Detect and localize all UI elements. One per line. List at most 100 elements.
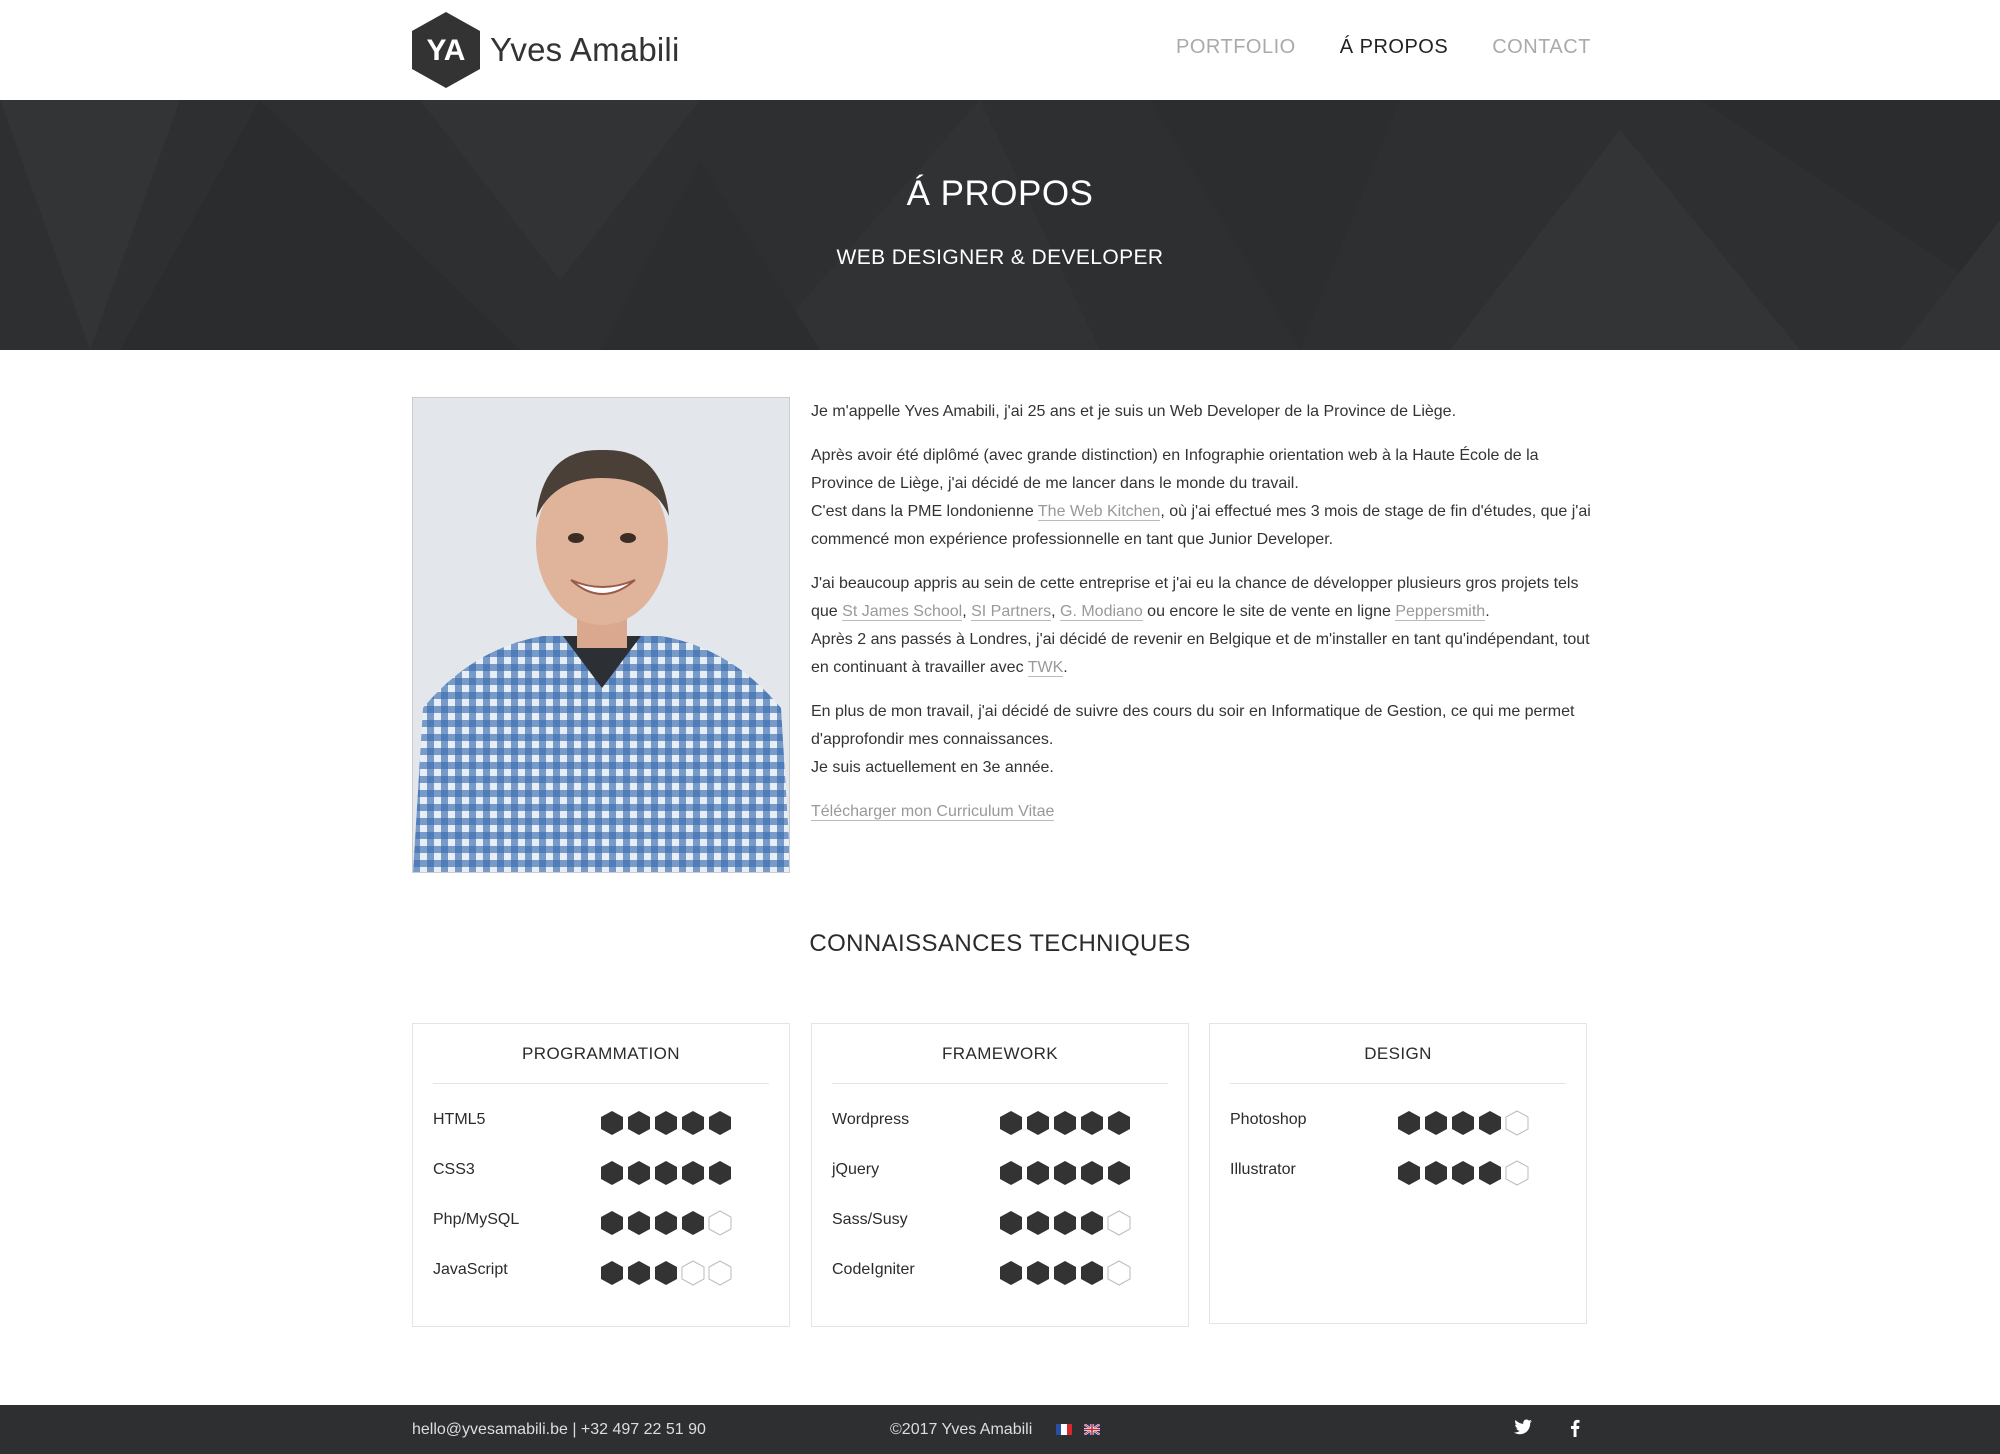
link-g-modiano[interactable]: G. Modiano: [1060, 603, 1143, 621]
skill-name: Wordpress: [832, 1111, 910, 1128]
skill-row: CodeIgniter: [812, 1234, 1188, 1286]
footer-contact[interactable]: hello@yvesamabili.be | +32 497 22 51 90: [412, 1421, 706, 1439]
link-st-james-school[interactable]: St James School: [842, 603, 963, 621]
logo-hexagon-icon: YA: [412, 12, 480, 88]
download-cv-link[interactable]: Télécharger mon Curriculum Vitae: [811, 803, 1055, 821]
hexagon-empty-icon: [708, 1260, 732, 1286]
hexagon-filled-icon: [655, 1211, 677, 1235]
hexagon-filled-icon: [1081, 1161, 1103, 1185]
hexagon-filled-icon: [682, 1161, 704, 1185]
skill-name: Php/MySQL: [433, 1211, 520, 1228]
skill-name: JavaScript: [433, 1261, 508, 1278]
skill-row: Sass/Susy: [812, 1184, 1188, 1236]
hexagon-filled-icon: [709, 1111, 731, 1135]
hero-background-pattern: [0, 100, 2000, 350]
hexagon-filled-icon: [1054, 1211, 1076, 1235]
skill-row: jQuery: [812, 1134, 1188, 1186]
brand-name: Yves Amabili: [490, 31, 680, 68]
hexagon-filled-icon: [601, 1161, 623, 1185]
bio-paragraph: En plus de mon travail, j'ai décidé de s…: [811, 698, 1591, 782]
hexagon-filled-icon: [655, 1111, 677, 1135]
skill-card-framework: FRAMEWORK Wordpress jQuery Sass/Susy CodeIg…: [811, 1023, 1189, 1327]
hexagon-empty-icon: [1505, 1110, 1529, 1136]
skill-level-rating: [999, 1160, 1134, 1186]
bio-text-span: C'est dans la PME londonienne: [811, 503, 1038, 520]
hexagon-filled-icon: [628, 1111, 650, 1135]
profile-photo: [412, 397, 790, 873]
hexagon-filled-icon: [628, 1261, 650, 1285]
link-the-web-kitchen[interactable]: The Web Kitchen: [1037, 503, 1161, 521]
hexagon-filled-icon: [1398, 1161, 1420, 1185]
skill-name: jQuery: [832, 1161, 880, 1178]
hexagon-filled-icon: [1081, 1211, 1103, 1235]
hexagon-filled-icon: [628, 1161, 650, 1185]
bio-text-span: ,: [962, 603, 972, 620]
bio-text-span: .: [1063, 659, 1068, 676]
skill-card-title: FRAMEWORK: [832, 1024, 1168, 1084]
link-si-partners[interactable]: SI Partners: [971, 603, 1052, 621]
skill-row: CSS3: [413, 1134, 789, 1185]
skill-row: Photoshop: [1210, 1084, 1586, 1136]
flag-fr-icon[interactable]: [1056, 1424, 1072, 1435]
hexagon-filled-icon: [682, 1111, 704, 1135]
hexagon-filled-icon: [1000, 1161, 1022, 1185]
skill-level-rating: [999, 1110, 1134, 1136]
skill-row: Php/MySQL: [413, 1184, 789, 1236]
hexagon-filled-icon: [1108, 1161, 1130, 1185]
hexagon-filled-icon: [1027, 1111, 1049, 1135]
skill-level-rating: [600, 1110, 735, 1136]
footer-copyright: ©2017 Yves Amabili: [890, 1421, 1033, 1438]
skill-row: HTML5: [413, 1084, 789, 1136]
page-subtitle: WEB DESIGNER & DEVELOPER: [836, 246, 1164, 269]
bio-paragraph: Je m'appelle Yves Amabili, j'ai 25 ans e…: [811, 398, 1591, 426]
skill-list: Wordpress jQuery Sass/Susy CodeIgniter: [812, 1084, 1188, 1286]
bio-paragraph: Télécharger mon Curriculum Vitae: [811, 798, 1591, 826]
hexagon-filled-icon: [628, 1211, 650, 1235]
skill-card-title: PROGRAMMATION: [433, 1024, 769, 1084]
hexagon-filled-icon: [1054, 1261, 1076, 1285]
nav-a-propos[interactable]: Á PROPOS: [1340, 36, 1448, 59]
skill-name: CodeIgniter: [832, 1261, 915, 1278]
skill-level-rating: [1397, 1160, 1532, 1186]
bio-text-span: .: [1485, 603, 1490, 620]
hexagon-empty-icon: [681, 1260, 705, 1286]
skill-list: Photoshop Illustrator: [1210, 1084, 1586, 1186]
twitter-icon[interactable]: [1514, 1419, 1532, 1440]
skill-name: Photoshop: [1230, 1111, 1307, 1128]
hexagon-filled-icon: [1425, 1161, 1447, 1185]
hexagon-empty-icon: [1505, 1160, 1529, 1186]
logo[interactable]: YA Yves Amabili: [412, 12, 680, 88]
hexagon-filled-icon: [1000, 1211, 1022, 1235]
hexagon-filled-icon: [1027, 1211, 1049, 1235]
skill-level-rating: [1397, 1110, 1532, 1136]
hexagon-filled-icon: [1452, 1111, 1474, 1135]
page-title: Á PROPOS: [906, 174, 1094, 213]
site-header: YA Yves Amabili PORTFOLIO Á PROPOS CONTA…: [0, 0, 2000, 100]
hexagon-filled-icon: [1452, 1161, 1474, 1185]
bio-text-span: Je suis actuellement en 3e année.: [811, 759, 1054, 776]
skill-level-rating: [999, 1260, 1134, 1286]
hexagon-empty-icon: [1107, 1260, 1131, 1286]
bio-text: Je m'appelle Yves Amabili, j'ai 25 ans e…: [811, 398, 1591, 842]
link-twk[interactable]: TWK: [1027, 659, 1064, 677]
skills-section-title: CONNAISSANCES TECHNIQUES: [809, 930, 1191, 957]
nav-contact[interactable]: CONTACT: [1492, 36, 1591, 59]
skill-level-rating: [600, 1210, 735, 1236]
hexagon-filled-icon: [1054, 1111, 1076, 1135]
skill-row: JavaScript: [413, 1234, 789, 1286]
bio-paragraph: J'ai beaucoup appris au sein de cette en…: [811, 570, 1591, 682]
bio-text-span: ,: [1051, 603, 1061, 620]
logo-initials: YA: [427, 34, 466, 67]
nav-portfolio[interactable]: PORTFOLIO: [1176, 36, 1296, 59]
site-footer: hello@yvesamabili.be | +32 497 22 51 90 …: [0, 1405, 2000, 1454]
hexagon-filled-icon: [601, 1111, 623, 1135]
hexagon-filled-icon: [709, 1161, 731, 1185]
flag-uk-icon[interactable]: [1084, 1424, 1100, 1435]
bio-text-span: ou encore le site de vente en ligne: [1142, 603, 1396, 620]
facebook-icon[interactable]: [1570, 1419, 1580, 1442]
hexagon-filled-icon: [601, 1261, 623, 1285]
hexagon-filled-icon: [1081, 1261, 1103, 1285]
hexagon-filled-icon: [1425, 1111, 1447, 1135]
main-nav: PORTFOLIO Á PROPOS CONTACT: [1176, 36, 1635, 59]
link-peppersmith[interactable]: Peppersmith: [1395, 603, 1486, 621]
